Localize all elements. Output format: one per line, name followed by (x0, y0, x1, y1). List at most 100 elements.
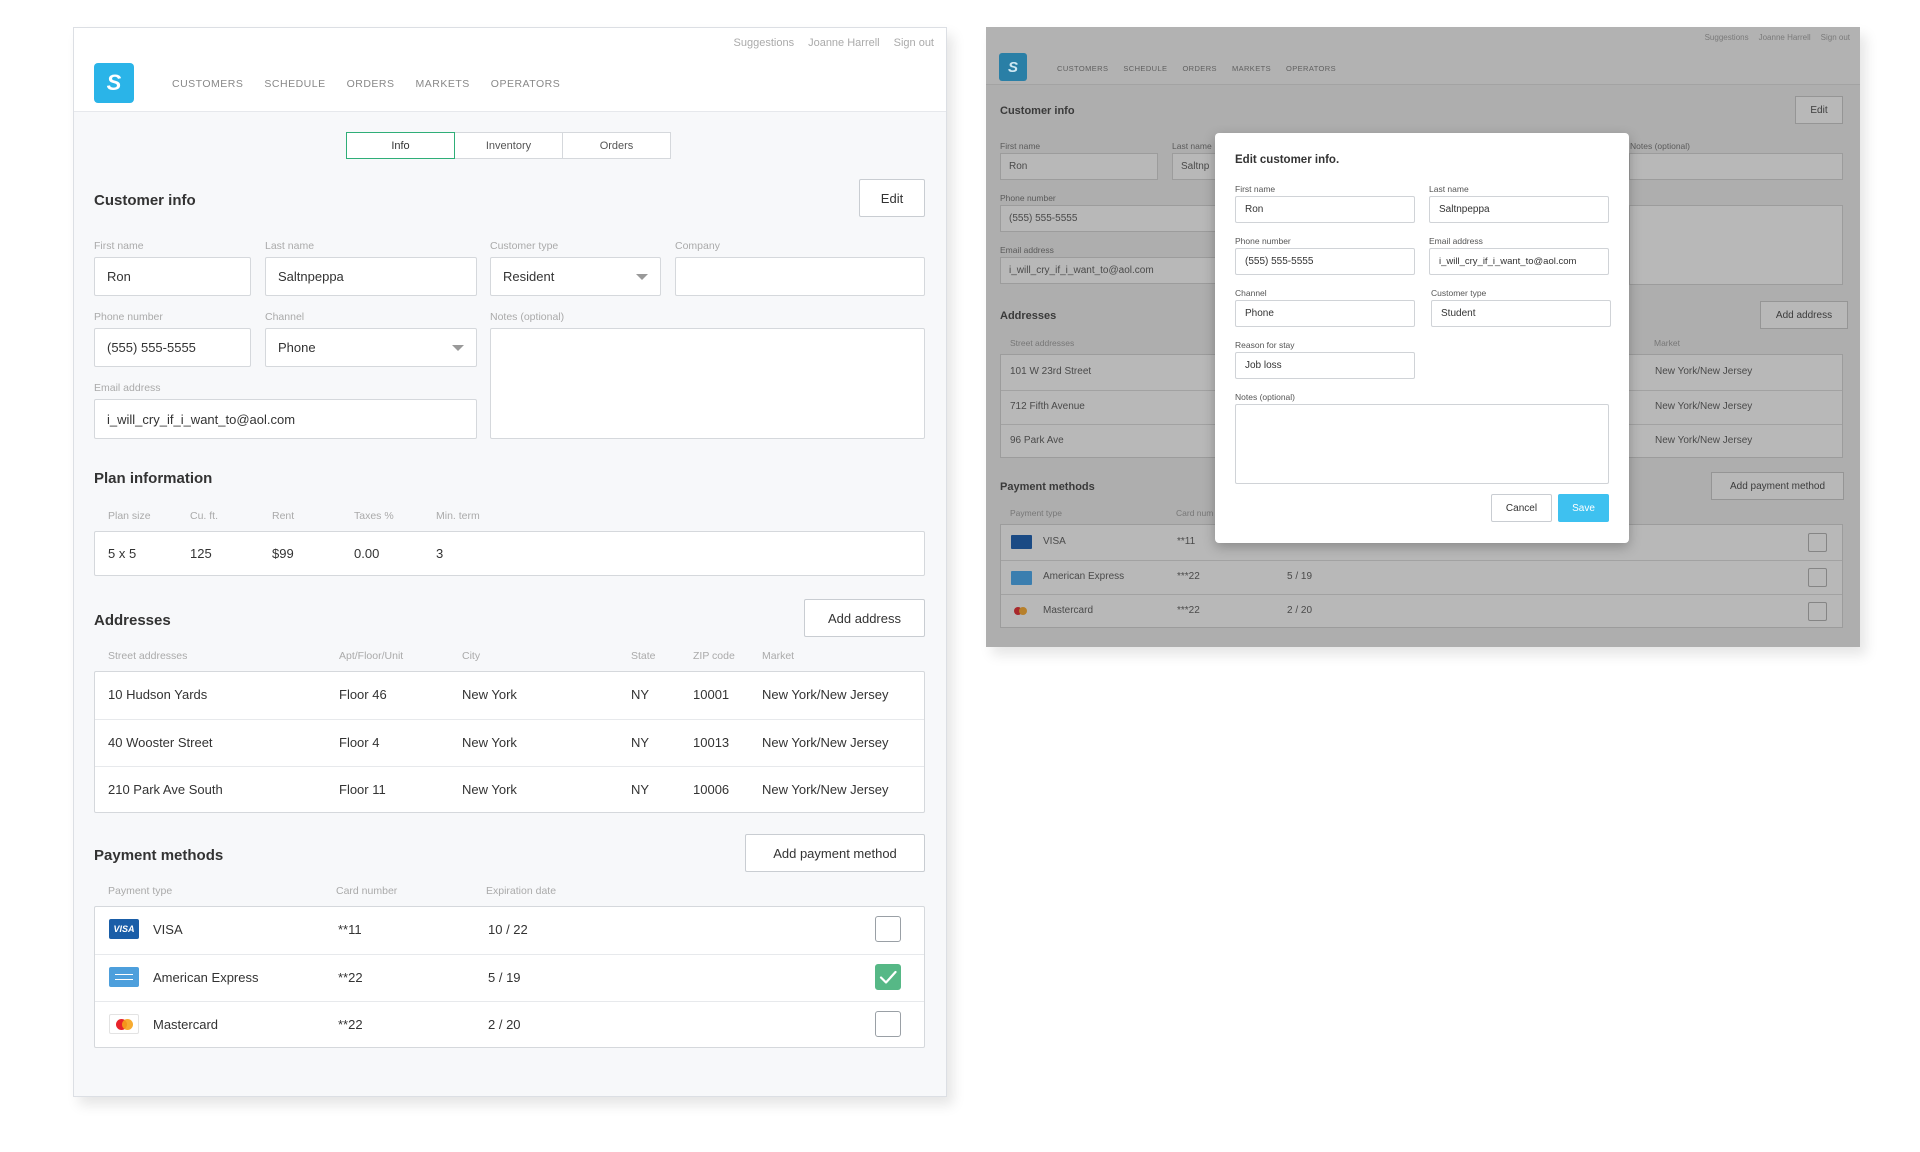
payment-type-cell: American Express (153, 970, 259, 985)
tab-orders[interactable]: Orders (562, 132, 671, 159)
city-cell: New York (462, 687, 517, 702)
modal-first-name-label: First name (1235, 184, 1276, 194)
cu-ft-value: 125 (190, 546, 212, 561)
table-row[interactable]: 40 Wooster Street Floor 4 New York NY 10… (95, 719, 924, 766)
modal-last-name-input[interactable]: Saltnpeppa (1429, 196, 1609, 223)
street-cell: 40 Wooster Street (108, 735, 213, 750)
expiration-cell: 2 / 20 (1287, 605, 1313, 616)
plan-info-box: 5 x 5 125 $99 0.00 3 (94, 531, 925, 576)
payment-checkbox (1808, 533, 1827, 552)
payment-checkbox-checked[interactable] (875, 964, 901, 990)
company-field[interactable] (675, 257, 925, 296)
plan-info-heading: Plan information (94, 470, 213, 487)
sign-out-link[interactable]: Sign out (894, 37, 934, 49)
modal-phone-input[interactable]: (555) 555-5555 (1235, 248, 1415, 275)
table-row[interactable]: 10 Hudson Yards Floor 46 New York NY 100… (95, 672, 924, 719)
state-cell: NY (631, 687, 650, 702)
app-logo[interactable]: S (94, 63, 134, 103)
card-number-cell: **22 (338, 970, 363, 985)
notes-textarea (1629, 205, 1843, 285)
card-number-cell: **11 (1177, 536, 1196, 547)
first-name-label: First name (1000, 141, 1041, 151)
modal-reason-label: Reason for stay (1235, 340, 1295, 350)
expiration-cell: 5 / 19 (488, 970, 521, 985)
addresses-heading: Addresses (1000, 310, 1057, 322)
chevron-down-icon (636, 274, 648, 280)
save-button[interactable]: Save (1558, 494, 1609, 522)
email-field[interactable]: i_will_cry_if_i_want_to@aol.com (94, 399, 477, 439)
notes-textarea[interactable] (490, 328, 925, 439)
cancel-button[interactable]: Cancel (1491, 494, 1552, 522)
apt-cell: Floor 4 (339, 735, 380, 750)
table-row[interactable]: Mastercard **22 2 / 20 (95, 1001, 924, 1048)
modal-email-label: Email address (1429, 236, 1483, 246)
taxes-value: 0.00 (354, 546, 380, 561)
nav-customers[interactable]: CUSTOMERS (172, 78, 243, 90)
payment-checkbox (1808, 602, 1827, 621)
table-row[interactable]: American Express **22 5 / 19 (95, 954, 924, 1001)
phone-label: Phone number (94, 311, 163, 323)
modal-notes-textarea[interactable] (1235, 404, 1609, 484)
customer-info-heading: Customer info (94, 192, 196, 209)
last-name-field[interactable]: Saltnpeppa (265, 257, 477, 296)
user-name-link[interactable]: Joanne Harrell (808, 37, 880, 49)
table-row: American Express ***22 5 / 19 (1001, 560, 1842, 594)
tab-inventory[interactable]: Inventory (454, 132, 563, 159)
amex-card-icon (1011, 571, 1032, 585)
card-number-header: Card num (1176, 508, 1214, 518)
add-payment-method-button[interactable]: Add payment method (745, 834, 925, 872)
market-cell: New York/New Jersey (1655, 401, 1753, 412)
edit-button[interactable]: Edit (859, 179, 925, 217)
customer-type-select[interactable]: Resident (490, 257, 661, 296)
first-name-field[interactable]: Ron (94, 257, 251, 296)
table-row[interactable]: VISA VISA **11 10 / 22 (95, 907, 924, 954)
plan-size-value: 5 x 5 (108, 546, 137, 561)
email-label: Email address (94, 382, 161, 394)
dimmed-top-links: Suggestions Joanne Harrell Sign out (1705, 33, 1850, 42)
city-cell: New York (462, 782, 517, 797)
phone-field[interactable]: (555) 555-5555 (94, 328, 251, 367)
channel-select[interactable]: Phone (265, 328, 477, 367)
market-header: Market (1654, 338, 1680, 348)
nav-orders[interactable]: ORDERS (347, 78, 395, 90)
sign-out-link: Sign out (1820, 33, 1850, 42)
nav-markets[interactable]: MARKETS (416, 78, 470, 90)
modal-email-input[interactable]: i_will_cry_if_i_want_to@aol.com (1429, 248, 1609, 275)
expiration-cell: 10 / 22 (488, 922, 528, 937)
tab-info[interactable]: Info (346, 132, 455, 159)
expiration-cell: 2 / 20 (488, 1017, 521, 1032)
payment-checkbox[interactable] (875, 1011, 901, 1037)
add-address-button[interactable]: Add address (804, 599, 925, 637)
expiration-header: Expiration date (486, 885, 557, 897)
payment-type-cell: Mastercard (153, 1017, 219, 1032)
customer-type-label: Customer type (490, 240, 559, 252)
notes-label: Notes (optional) (1630, 141, 1691, 151)
apt-cell: Floor 11 (339, 782, 386, 797)
nav-operators[interactable]: OPERATORS (491, 78, 560, 90)
modal-reason-input[interactable]: Job loss (1235, 352, 1415, 379)
visa-card-icon: VISA (109, 919, 139, 939)
market-cell: New York/New Jersey (762, 782, 889, 797)
amex-card-icon (109, 967, 139, 987)
nav-schedule[interactable]: SCHEDULE (264, 78, 325, 90)
phone-label: Phone number (1000, 193, 1056, 203)
payment-checkbox[interactable] (875, 916, 901, 942)
modal-first-name-input[interactable]: Ron (1235, 196, 1415, 223)
table-row[interactable]: 210 Park Ave South Floor 11 New York NY … (95, 766, 924, 813)
edit-customer-modal: Edit customer info. First name Ron Last … (1215, 133, 1629, 543)
customer-info-heading: Customer info (1000, 105, 1075, 117)
payment-checkbox (1808, 568, 1827, 587)
min-term-header: Min. term (436, 510, 480, 522)
state-cell: NY (631, 735, 650, 750)
zip-cell: 10001 (693, 687, 730, 702)
zip-cell: 10006 (693, 782, 730, 797)
user-name-link: Joanne Harrell (1758, 33, 1811, 42)
taxes-header: Taxes % (354, 510, 394, 522)
modal-customer-type-input[interactable]: Student (1431, 300, 1611, 327)
channel-label: Channel (265, 311, 305, 323)
suggestions-link[interactable]: Suggestions (734, 37, 795, 49)
nav-operators: OPERATORS (1286, 64, 1336, 73)
chevron-down-icon (452, 345, 464, 351)
channel-value: Phone (278, 340, 316, 355)
modal-channel-input[interactable]: Phone (1235, 300, 1415, 327)
